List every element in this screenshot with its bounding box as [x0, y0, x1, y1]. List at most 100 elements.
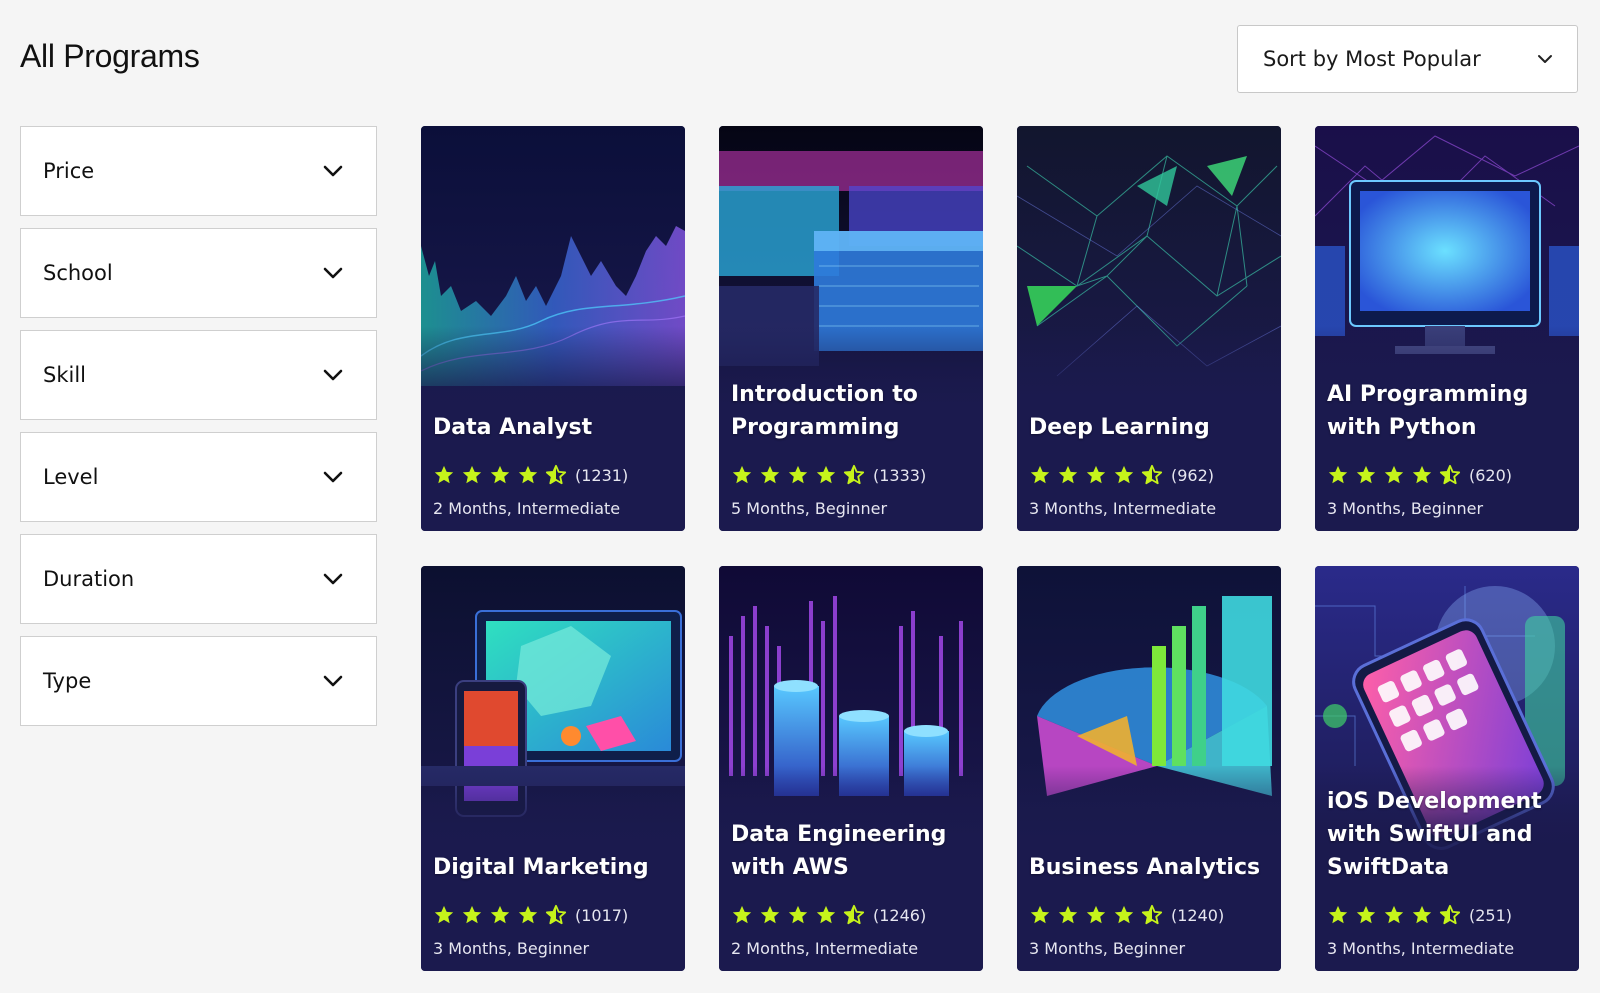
rating-row: (962) [1029, 461, 1271, 489]
card-meta: 3 Months, Beginner [433, 939, 590, 958]
rating-row: (1231) [433, 461, 675, 489]
star-icon [1114, 905, 1134, 924]
star-half-icon [545, 464, 567, 485]
star-icon [732, 905, 752, 924]
star-half-icon [545, 904, 567, 925]
star-icon [1412, 465, 1432, 484]
star-half-icon [1439, 464, 1461, 485]
star-icon [1058, 905, 1078, 924]
card-title: Introduction to Programming [731, 382, 918, 440]
rating-row: (1017) [433, 901, 675, 929]
filter-level[interactable]: Level [20, 432, 377, 522]
review-count: (1231) [575, 465, 629, 485]
program-card-ios-development[interactable]: iOS Development with SwiftUI and SwiftDa… [1315, 566, 1579, 971]
star-icon [1384, 465, 1404, 484]
star-icon [816, 465, 836, 484]
card-title: Business Analytics [1029, 855, 1261, 880]
rating-row: (1333) [731, 461, 973, 489]
filter-label: Level [43, 465, 99, 489]
star-icon [490, 465, 510, 484]
chevron-down-icon [1538, 55, 1552, 63]
filter-sidebar: Price School Skill Level Duration Type [20, 126, 377, 738]
card-title: AI Programming with Python [1327, 382, 1529, 440]
chevron-down-icon [323, 267, 343, 279]
star-half-icon [843, 904, 865, 925]
program-grid: Data Analyst (1231) 2 Months, Intermedia… [421, 126, 1579, 971]
chevron-down-icon [323, 471, 343, 483]
star-icon [434, 465, 454, 484]
star-icon [1412, 905, 1432, 924]
card-meta: 3 Months, Intermediate [1327, 939, 1515, 958]
filter-label: Duration [43, 567, 135, 591]
star-icon [462, 465, 482, 484]
card-meta: 5 Months, Beginner [731, 499, 888, 518]
card-title: Digital Marketing [433, 855, 649, 880]
filter-school[interactable]: School [20, 228, 377, 318]
star-icon [1384, 905, 1404, 924]
star-icon [1086, 905, 1106, 924]
star-icon [462, 905, 482, 924]
star-icon [518, 905, 538, 924]
chevron-down-icon [323, 675, 343, 687]
star-half-icon [1141, 904, 1163, 925]
review-count: (1333) [873, 465, 927, 485]
card-meta: 2 Months, Intermediate [433, 499, 621, 518]
star-icon [732, 465, 752, 484]
program-card-ai-programming-python[interactable]: AI Programming with Python (620) 3 Month… [1315, 126, 1579, 531]
program-card-business-analytics[interactable]: Business Analytics (1240) 3 Months, Begi… [1017, 566, 1281, 971]
chevron-down-icon [323, 165, 343, 177]
star-icon [1086, 465, 1106, 484]
star-icon [1114, 465, 1134, 484]
review-count: (251) [1469, 905, 1513, 925]
star-icon [1030, 465, 1050, 484]
review-count: (1240) [1171, 905, 1225, 925]
star-half-icon [1141, 464, 1163, 485]
star-icon [788, 465, 808, 484]
review-count: (1017) [575, 905, 629, 925]
filter-price[interactable]: Price [20, 126, 377, 216]
filter-duration[interactable]: Duration [20, 534, 377, 624]
page-title: All Programs [20, 38, 200, 74]
star-icon [1328, 465, 1348, 484]
star-icon [490, 905, 510, 924]
review-count: (620) [1469, 465, 1513, 485]
program-card-intro-programming[interactable]: Introduction to Programming (1333) 5 Mon… [719, 126, 983, 531]
card-title: iOS Development with SwiftUI and SwiftDa… [1327, 789, 1542, 880]
card-meta: 3 Months, Beginner [1327, 499, 1484, 518]
card-title: Deep Learning [1029, 415, 1210, 440]
star-icon [1328, 905, 1348, 924]
card-title: Data Analyst [433, 415, 593, 440]
filter-skill[interactable]: Skill [20, 330, 377, 420]
filter-type[interactable]: Type [20, 636, 377, 726]
sort-dropdown[interactable]: Sort by Most Popular [1237, 25, 1578, 93]
program-card-digital-marketing[interactable]: Digital Marketing (1017) 3 Months, Begin… [421, 566, 685, 971]
star-icon [1058, 465, 1078, 484]
filter-label: Type [43, 669, 92, 693]
star-icon [760, 905, 780, 924]
rating-row: (1246) [731, 901, 973, 929]
star-icon [434, 905, 454, 924]
chevron-down-icon [323, 573, 343, 585]
star-half-icon [1439, 904, 1461, 925]
review-count: (1246) [873, 905, 927, 925]
star-icon [788, 905, 808, 924]
card-meta: 2 Months, Intermediate [731, 939, 919, 958]
sort-label: Sort by Most Popular [1263, 47, 1481, 71]
program-card-deep-learning[interactable]: Deep Learning (962) 3 Months, Intermedia… [1017, 126, 1281, 531]
card-meta: 3 Months, Intermediate [1029, 499, 1217, 518]
filter-label: Price [43, 159, 95, 183]
star-icon [760, 465, 780, 484]
card-meta: 3 Months, Beginner [1029, 939, 1186, 958]
star-half-icon [843, 464, 865, 485]
rating-row: (251) [1327, 901, 1569, 929]
star-icon [816, 905, 836, 924]
star-icon [1356, 465, 1376, 484]
rating-row: (620) [1327, 461, 1569, 489]
program-card-data-engineering-aws[interactable]: Data Engineering with AWS (1246) 2 Month… [719, 566, 983, 971]
card-title: Data Engineering with AWS [731, 822, 947, 880]
filter-label: Skill [43, 363, 86, 387]
program-card-data-analyst[interactable]: Data Analyst (1231) 2 Months, Intermedia… [421, 126, 685, 531]
chevron-down-icon [323, 369, 343, 381]
star-icon [1030, 905, 1050, 924]
rating-row: (1240) [1029, 901, 1271, 929]
